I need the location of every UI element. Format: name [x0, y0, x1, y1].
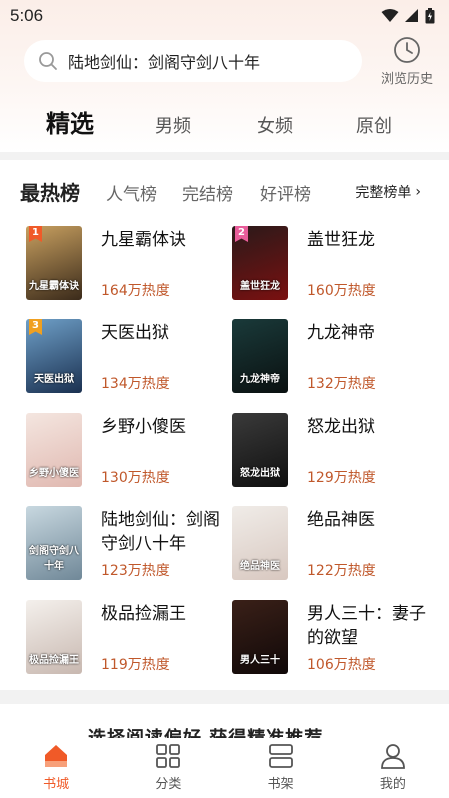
cover-title-art: 九星霸体诀 [29, 281, 79, 292]
rank-tab-completed[interactable]: 完结榜 [182, 180, 233, 205]
history-label: 浏览历史 [380, 72, 433, 87]
book-title[interactable]: 九龙神帝 [307, 321, 427, 345]
full-list-link[interactable]: 完整榜单 › [355, 182, 421, 202]
rank-badge: 1 [29, 226, 42, 242]
book-cover[interactable]: 绝品神医 [232, 506, 288, 580]
book-item[interactable]: 九星霸体诀 1 九星霸体诀 164万热度 [26, 226, 232, 302]
book-heat: 119万热度 [101, 657, 170, 673]
book-heat: 129万热度 [307, 470, 376, 486]
book-cover[interactable]: 九龙神帝 [232, 319, 288, 393]
book-title[interactable]: 乡野小傻医 [101, 415, 221, 439]
cover-title-art: 剑阁守剑八十年 [29, 546, 79, 572]
cover-title-art: 九龙神帝 [240, 374, 280, 385]
nav-bookstore[interactable]: 书城 [0, 738, 112, 798]
book-item[interactable]: 男人三十 男人三十：妻子的欲望 106万热度 [232, 600, 438, 676]
book-cover[interactable]: 乡野小傻医 [26, 413, 82, 487]
book-cover[interactable]: 盖世狂龙 2 [232, 226, 288, 300]
book-title[interactable]: 盖世狂龙 [307, 228, 427, 252]
tab-original[interactable]: 原创 [356, 112, 392, 138]
cover-title-art: 绝品神医 [240, 561, 280, 572]
book-title[interactable]: 怒龙出狱 [307, 415, 427, 439]
book-title[interactable]: 男人三十：妻子的欲望 [307, 602, 427, 650]
cover-title-art: 男人三十 [240, 655, 280, 666]
book-title[interactable]: 天医出狱 [101, 321, 221, 345]
book-heat: 106万热度 [307, 657, 376, 673]
cover-title-art: 乡野小傻医 [29, 468, 79, 479]
nav-label-category: 分类 [155, 777, 182, 792]
promo-text: 选择阅读偏好 获得精准推荐 [88, 724, 323, 738]
book-cover[interactable]: 天医出狱 3 [26, 319, 82, 393]
rank-tab-rated[interactable]: 好评榜 [260, 180, 311, 205]
tab-featured[interactable]: 精选 [46, 104, 94, 139]
promo-strip: 选择阅读偏好 获得精准推荐 [0, 704, 449, 738]
book-heat: 132万热度 [307, 376, 376, 392]
status-bar: 5:06 [0, 0, 449, 32]
book-item[interactable]: 乡野小傻医 乡野小傻医 130万热度 [26, 413, 232, 489]
nav-label-profile: 我的 [379, 777, 406, 792]
history-button[interactable]: 浏览历史 [372, 36, 442, 88]
nav-profile[interactable]: 我的 [337, 738, 449, 798]
bookshelf-icon [268, 744, 293, 768]
search-text: 陆地剑仙：剑阁守剑八十年 [68, 53, 261, 72]
channel-tabs: 精选 男频 女频 原创 [0, 96, 449, 146]
status-icons [381, 8, 435, 24]
book-title[interactable]: 极品捡漏王 [101, 602, 221, 626]
bookstore-icon [45, 745, 68, 767]
rank-badge: 2 [235, 226, 248, 242]
book-heat: 122万热度 [307, 563, 376, 579]
book-title[interactable]: 九星霸体诀 [101, 228, 221, 252]
rank-badge: 3 [29, 319, 42, 335]
book-cover[interactable]: 极品捡漏王 [26, 600, 82, 674]
category-icon [156, 744, 181, 768]
book-title[interactable]: 绝品神医 [307, 508, 427, 532]
book-heat: 160万热度 [307, 283, 376, 299]
status-time: 5:06 [10, 6, 44, 25]
bottom-nav: 书城 分类 书架 我的 [0, 738, 449, 798]
rank-tab-popular[interactable]: 人气榜 [106, 180, 157, 205]
book-heat: 164万热度 [101, 283, 170, 299]
book-heat: 123万热度 [101, 563, 170, 579]
full-list-label: 完整榜单 [355, 185, 412, 201]
book-title[interactable]: 陆地剑仙：剑阁守剑八十年 [101, 508, 221, 556]
book-item[interactable]: 极品捡漏王 极品捡漏王 119万热度 [26, 600, 232, 676]
wifi-icon [381, 9, 399, 22]
book-item[interactable]: 剑阁守剑八十年 陆地剑仙：剑阁守剑八十年 123万热度 [26, 506, 232, 582]
book-heat: 134万热度 [101, 376, 170, 392]
book-item[interactable]: 九龙神帝 九龙神帝 132万热度 [232, 319, 438, 395]
nav-label-bookshelf: 书架 [267, 777, 294, 792]
book-item[interactable]: 绝品神医 绝品神医 122万热度 [232, 506, 438, 582]
cover-title-art: 盖世狂龙 [240, 281, 280, 292]
search-bar[interactable]: 陆地剑仙：剑阁守剑八十年 [24, 40, 362, 82]
cover-title-art: 天医出狱 [34, 374, 74, 385]
tab-female[interactable]: 女频 [257, 112, 293, 138]
tab-male[interactable]: 男频 [155, 112, 191, 138]
cover-title-art: 极品捡漏王 [29, 655, 79, 666]
ranking-card: 最热榜 人气榜 完结榜 好评榜 完整榜单 › 九星霸体诀 1 九星霸体诀 164万热度… [0, 160, 449, 690]
book-item[interactable]: 天医出狱 3 天医出狱 134万热度 [26, 319, 232, 395]
nav-category[interactable]: 分类 [112, 738, 224, 798]
book-cover[interactable]: 男人三十 [232, 600, 288, 674]
rank-tab-hottest[interactable]: 最热榜 [20, 177, 80, 206]
nav-label-bookstore: 书城 [43, 777, 70, 792]
search-icon [39, 52, 57, 70]
book-item[interactable]: 怒龙出狱 怒龙出狱 129万热度 [232, 413, 438, 489]
header-area: 5:06 陆地剑仙：剑阁守剑八十年 浏览历史 精选 男频 女频 原创 [0, 0, 449, 152]
book-cover[interactable]: 剑阁守剑八十年 [26, 506, 82, 580]
nav-bookshelf[interactable]: 书架 [225, 738, 337, 798]
chevron-right-icon: › [415, 184, 421, 200]
book-cover[interactable]: 怒龙出狱 [232, 413, 288, 487]
cover-title-art: 怒龙出狱 [240, 468, 280, 479]
ranking-tabs: 最热榜 人气榜 完结榜 好评榜 完整榜单 › [0, 174, 449, 210]
profile-icon [380, 744, 405, 769]
book-item[interactable]: 盖世狂龙 2 盖世狂龙 160万热度 [232, 226, 438, 302]
signal-icon [405, 9, 418, 22]
battery-icon [425, 8, 435, 24]
book-cover[interactable]: 九星霸体诀 1 [26, 226, 82, 300]
book-heat: 130万热度 [101, 470, 170, 486]
clock-icon [394, 37, 420, 63]
